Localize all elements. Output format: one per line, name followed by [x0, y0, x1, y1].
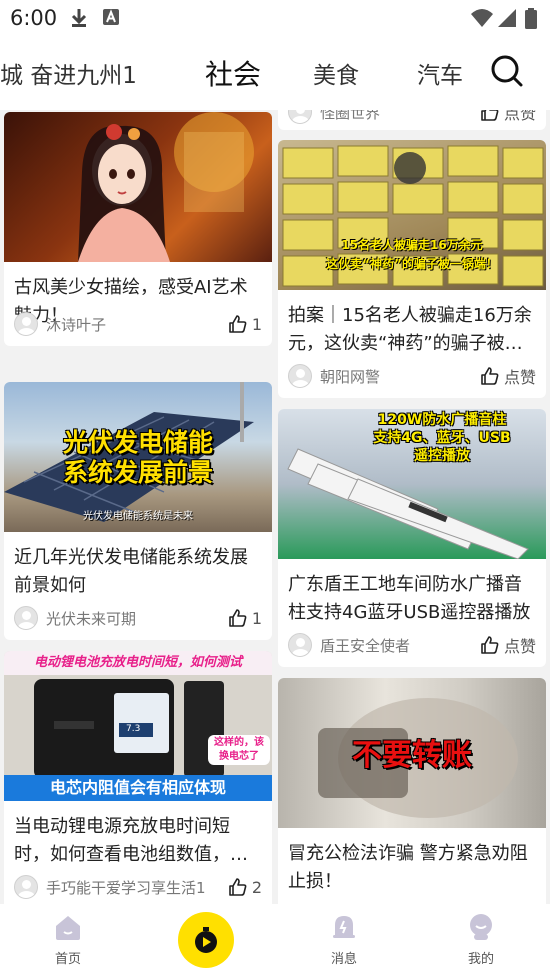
- avatar: [14, 875, 38, 899]
- feed-card[interactable]: 电动锂电池充放电时间短，如何测试 7.3 这样的，该换电芯了 电芯内阻值会有相应…: [4, 651, 272, 904]
- thumbnail-overlay-text: 120W防水广播音柱 支持4G、蓝牙、USB 遥控播放: [373, 412, 511, 464]
- card-meta: 朝阳网警 点赞: [288, 364, 536, 388]
- card-meta: 沐诗叶子 1: [14, 312, 262, 336]
- like-count: 点赞: [503, 637, 536, 656]
- tab-local[interactable]: 城 奋进九州1: [0, 56, 137, 90]
- nav-messages-label: 消息: [330, 952, 357, 967]
- nav-home-label: 首页: [54, 952, 81, 967]
- nav-messages[interactable]: 消息: [304, 912, 384, 967]
- profile-icon: [470, 914, 492, 940]
- author-name[interactable]: 光伏未来可期: [46, 608, 136, 629]
- thumbnail-overlay-text: 15名老人被骗走16万余元 这伙卖“神药”的骗子被一锅端！: [326, 238, 498, 271]
- thumbnail-caption: 光伏发电储能系统是未来: [83, 511, 193, 522]
- like-count: 1: [251, 608, 262, 628]
- thumbnail-overlay-text: 不要转账: [352, 738, 472, 773]
- like-button[interactable]: 点赞: [480, 364, 536, 388]
- card-thumbnail: 15名老人被骗走16万余元 这伙卖“神药”的骗子被一锅端！: [278, 140, 546, 290]
- card-title: 广东盾王工地车间防水广播音柱支持4G蓝牙USB遥控器播放: [288, 574, 531, 623]
- card-thumbnail: 120W防水广播音柱 支持4G、蓝牙、USB 遥控播放: [278, 409, 546, 559]
- thumbs-up-icon: [481, 636, 499, 654]
- author-name[interactable]: 怪圈世界: [320, 110, 380, 123]
- feed-card[interactable]: 怪圈世界 点赞: [278, 110, 546, 130]
- thumbs-up-icon: [481, 367, 499, 385]
- author-name[interactable]: 手巧能干爱学习享生活1: [46, 877, 206, 898]
- video-center-button[interactable]: [178, 912, 234, 968]
- thumbs-up-icon: [229, 609, 247, 627]
- battery-icon: [525, 8, 537, 29]
- thumbnail-speech-bubble: 这样的，该换电芯了: [208, 735, 270, 765]
- card-meta: 怪圈世界 点赞: [288, 110, 536, 124]
- thumbs-up-icon: [229, 878, 247, 896]
- app-notification-icon: [103, 9, 119, 25]
- search-icon[interactable]: [490, 54, 524, 88]
- tab-society-label: 社会: [205, 58, 262, 91]
- avatar: [288, 364, 312, 388]
- like-count: 点赞: [503, 110, 536, 123]
- card-thumbnail: 光伏发电储能 系统发展前景 光伏发电储能系统是未来: [4, 382, 272, 532]
- ai-portrait-image: [78, 112, 254, 262]
- author-name[interactable]: 朝阳网警: [320, 366, 380, 387]
- card-thumbnail: [4, 112, 272, 262]
- thumbnail-overlay-text: 光伏发电储能 系统发展前景: [62, 428, 213, 487]
- bell-icon: [333, 916, 355, 938]
- card-meta: 光伏未来可期 1: [14, 606, 262, 630]
- card-thumbnail: 不要转账: [278, 678, 546, 828]
- wifi-icon: [471, 9, 493, 27]
- bottom-navigation: 首页 消息 我的: [0, 904, 550, 979]
- feed-card[interactable]: 120W防水广播音柱 支持4G、蓝牙、USB 遥控播放 广东盾王工地车间防水广播…: [278, 409, 546, 667]
- status-time: 6:00: [10, 6, 58, 30]
- feed-card[interactable]: 不要转账 冒充公检法诈骗 警方紧急劝阻止损！: [278, 678, 546, 904]
- download-icon: [71, 9, 87, 27]
- author-name[interactable]: 盾王安全使者: [320, 635, 410, 656]
- cellular-signal-icon: [498, 9, 516, 27]
- author-name[interactable]: 沐诗叶子: [46, 314, 106, 335]
- card-title: 近几年光伏发电储能系统发展前景如何: [14, 547, 248, 596]
- like-button[interactable]: 1: [228, 606, 262, 630]
- thumbnail-bottom-banner: 电芯内阻值会有相应体现: [4, 775, 272, 801]
- card-title: 当电动锂电源充放电时间短时，如何查看电池组数值，…: [14, 816, 248, 865]
- feed-card[interactable]: 光伏发电储能 系统发展前景 光伏发电储能系统是未来 近几年光伏发电储能系统发展前…: [4, 382, 272, 640]
- tab-food[interactable]: 美食: [313, 56, 359, 90]
- card-meta: 盾王安全使者 点赞: [288, 633, 536, 657]
- avatar: [288, 633, 312, 657]
- nav-home[interactable]: 首页: [28, 912, 108, 967]
- like-button[interactable]: 点赞: [480, 110, 536, 124]
- card-title: 冒充公检法诈骗 警方紧急劝阻止损！: [288, 843, 528, 892]
- play-timer-icon: [195, 927, 217, 953]
- feed-card[interactable]: 古风美少女描绘，感受AI艺术魅力！ 沐诗叶子 1: [4, 112, 272, 346]
- card-title: 拍案｜15名老人被骗走16万余元，这伙卖“神药”的骗子被…: [288, 305, 532, 354]
- avatar: [288, 110, 312, 124]
- active-tab-underline: [199, 92, 268, 100]
- nav-mine-label: 我的: [467, 952, 494, 967]
- category-tab-bar: 城 奋进九州1 社会 美食 汽车: [0, 36, 550, 110]
- card-meta: 手巧能干爱学习享生活1 2: [14, 875, 262, 899]
- status-bar: 6:00: [0, 0, 550, 36]
- tab-society[interactable]: 社会: [199, 53, 268, 100]
- avatar: [14, 312, 38, 336]
- like-count: 2: [251, 877, 262, 897]
- avatar: [14, 606, 38, 630]
- like-count: 点赞: [503, 368, 536, 387]
- like-count: 1: [251, 314, 262, 334]
- like-button[interactable]: 1: [228, 312, 262, 336]
- thumbs-up-icon: [229, 315, 247, 333]
- card-thumbnail: 电动锂电池充放电时间短，如何测试 7.3 这样的，该换电芯了 电芯内阻值会有相应…: [4, 651, 272, 801]
- nav-mine[interactable]: 我的: [441, 912, 521, 967]
- like-button[interactable]: 2: [228, 875, 262, 899]
- thumbs-up-icon: [481, 110, 499, 121]
- feed-card[interactable]: 15名老人被骗走16万余元 这伙卖“神药”的骗子被一锅端！ 拍案｜15名老人被骗…: [278, 140, 546, 398]
- tab-cars[interactable]: 汽车: [417, 56, 463, 90]
- news-feed: 古风美少女描绘，感受AI艺术魅力！ 沐诗叶子 1 光伏发电储能 系统发展前景 光…: [0, 110, 550, 904]
- tester-reading: 7.3: [126, 724, 141, 734]
- like-button[interactable]: 点赞: [480, 633, 536, 657]
- home-icon: [56, 916, 80, 940]
- tab-overflow-fade: [463, 36, 485, 110]
